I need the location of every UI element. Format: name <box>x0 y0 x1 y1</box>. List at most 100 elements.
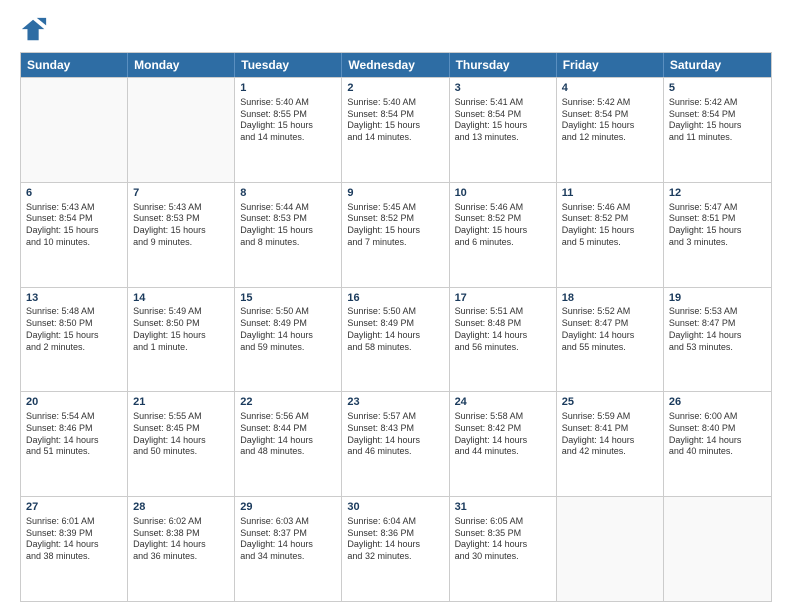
calendar-row-0: 1 Sunrise: 5:40 AM Sunset: 8:55 PM Daylight… <box>21 77 771 182</box>
cell-line-3: and 12 minutes. <box>562 132 658 144</box>
cell-line-0: Sunrise: 5:48 AM <box>26 306 122 318</box>
day-number: 23 <box>347 395 443 410</box>
cell-line-1: Sunset: 8:49 PM <box>347 318 443 330</box>
cell-line-2: Daylight: 14 hours <box>347 539 443 551</box>
cell-line-2: Daylight: 15 hours <box>240 225 336 237</box>
cell-line-0: Sunrise: 5:58 AM <box>455 411 551 423</box>
cell-line-2: Daylight: 15 hours <box>562 225 658 237</box>
calendar-cell: 14Sunrise: 5:49 AMSunset: 8:50 PMDayligh… <box>128 288 235 392</box>
cell-line-0: Sunrise: 5:44 AM <box>240 202 336 214</box>
cell-line-1: Sunset: 8:46 PM <box>26 423 122 435</box>
cell-line-1: Sunset: 8:38 PM <box>133 528 229 540</box>
cell-line-1: Sunset: 8:54 PM <box>455 109 551 121</box>
cell-line-1: Sunset: 8:36 PM <box>347 528 443 540</box>
calendar-cell: 25Sunrise: 5:59 AMSunset: 8:41 PMDayligh… <box>557 392 664 496</box>
calendar-cell: 27Sunrise: 6:01 AMSunset: 8:39 PMDayligh… <box>21 497 128 601</box>
day-number: 28 <box>133 500 229 515</box>
calendar-cell: 7Sunrise: 5:43 AMSunset: 8:53 PMDaylight… <box>128 183 235 287</box>
day-number: 29 <box>240 500 336 515</box>
cell-line-0: Sunrise: 5:53 AM <box>669 306 766 318</box>
cell-line-1: Sunset: 8:37 PM <box>240 528 336 540</box>
header-day-sunday: Sunday <box>21 53 128 77</box>
cell-line-0: Sunrise: 5:45 AM <box>347 202 443 214</box>
cell-line-2: Daylight: 14 hours <box>455 539 551 551</box>
cell-line-0: Sunrise: 5:46 AM <box>455 202 551 214</box>
calendar-cell <box>664 497 771 601</box>
day-number: 17 <box>455 291 551 306</box>
cell-line-3: and 32 minutes. <box>347 551 443 563</box>
day-number: 18 <box>562 291 658 306</box>
calendar-cell: 12Sunrise: 5:47 AMSunset: 8:51 PMDayligh… <box>664 183 771 287</box>
day-number: 10 <box>455 186 551 201</box>
cell-line-2: Daylight: 14 hours <box>347 330 443 342</box>
cell-line-3: and 1 minute. <box>133 342 229 354</box>
cell-line-1: Sunset: 8:52 PM <box>562 213 658 225</box>
calendar-cell: 19Sunrise: 5:53 AMSunset: 8:47 PMDayligh… <box>664 288 771 392</box>
calendar-cell: 1Sunrise: 5:40 AMSunset: 8:55 PMDaylight… <box>235 78 342 182</box>
cell-line-3: and 6 minutes. <box>455 237 551 249</box>
cell-line-1: Sunset: 8:54 PM <box>669 109 766 121</box>
cell-line-0: Sunrise: 5:50 AM <box>347 306 443 318</box>
cell-line-0: Sunrise: 6:03 AM <box>240 516 336 528</box>
header-day-wednesday: Wednesday <box>342 53 449 77</box>
cell-line-1: Sunset: 8:52 PM <box>455 213 551 225</box>
calendar-cell: 29Sunrise: 6:03 AMSunset: 8:37 PMDayligh… <box>235 497 342 601</box>
calendar-cell: 18Sunrise: 5:52 AMSunset: 8:47 PMDayligh… <box>557 288 664 392</box>
calendar-cell: 2Sunrise: 5:40 AMSunset: 8:54 PMDaylight… <box>342 78 449 182</box>
cell-line-3: and 50 minutes. <box>133 446 229 458</box>
cell-line-1: Sunset: 8:55 PM <box>240 109 336 121</box>
cell-line-0: Sunrise: 5:43 AM <box>26 202 122 214</box>
cell-line-1: Sunset: 8:35 PM <box>455 528 551 540</box>
day-number: 21 <box>133 395 229 410</box>
cell-line-0: Sunrise: 6:04 AM <box>347 516 443 528</box>
cell-line-2: Daylight: 15 hours <box>455 225 551 237</box>
header-day-saturday: Saturday <box>664 53 771 77</box>
cell-line-3: and 34 minutes. <box>240 551 336 563</box>
day-number: 1 <box>240 81 336 96</box>
calendar-cell: 20Sunrise: 5:54 AMSunset: 8:46 PMDayligh… <box>21 392 128 496</box>
cell-line-2: Daylight: 15 hours <box>133 225 229 237</box>
cell-line-3: and 3 minutes. <box>669 237 766 249</box>
calendar-cell: 21Sunrise: 5:55 AMSunset: 8:45 PMDayligh… <box>128 392 235 496</box>
cell-line-0: Sunrise: 5:54 AM <box>26 411 122 423</box>
cell-line-0: Sunrise: 6:00 AM <box>669 411 766 423</box>
cell-line-2: Daylight: 15 hours <box>26 330 122 342</box>
day-number: 14 <box>133 291 229 306</box>
calendar-cell: 23Sunrise: 5:57 AMSunset: 8:43 PMDayligh… <box>342 392 449 496</box>
cell-line-2: Daylight: 14 hours <box>240 435 336 447</box>
day-number: 3 <box>455 81 551 96</box>
day-number: 16 <box>347 291 443 306</box>
cell-line-1: Sunset: 8:54 PM <box>562 109 658 121</box>
cell-line-2: Daylight: 14 hours <box>240 539 336 551</box>
cell-line-3: and 38 minutes. <box>26 551 122 563</box>
cell-line-0: Sunrise: 5:40 AM <box>347 97 443 109</box>
cell-line-2: Daylight: 14 hours <box>26 435 122 447</box>
cell-line-2: Daylight: 15 hours <box>562 120 658 132</box>
header-day-friday: Friday <box>557 53 664 77</box>
calendar-cell: 9Sunrise: 5:45 AMSunset: 8:52 PMDaylight… <box>342 183 449 287</box>
cell-line-0: Sunrise: 5:59 AM <box>562 411 658 423</box>
cell-line-2: Daylight: 15 hours <box>669 225 766 237</box>
day-number: 4 <box>562 81 658 96</box>
cell-line-2: Daylight: 14 hours <box>562 330 658 342</box>
cell-line-1: Sunset: 8:44 PM <box>240 423 336 435</box>
cell-line-1: Sunset: 8:53 PM <box>240 213 336 225</box>
header-day-monday: Monday <box>128 53 235 77</box>
calendar-cell: 28Sunrise: 6:02 AMSunset: 8:38 PMDayligh… <box>128 497 235 601</box>
cell-line-3: and 51 minutes. <box>26 446 122 458</box>
calendar-cell: 8Sunrise: 5:44 AMSunset: 8:53 PMDaylight… <box>235 183 342 287</box>
cell-line-1: Sunset: 8:50 PM <box>133 318 229 330</box>
cell-line-1: Sunset: 8:48 PM <box>455 318 551 330</box>
cell-line-0: Sunrise: 6:01 AM <box>26 516 122 528</box>
cell-line-3: and 14 minutes. <box>240 132 336 144</box>
cell-line-2: Daylight: 14 hours <box>133 539 229 551</box>
cell-line-3: and 36 minutes. <box>133 551 229 563</box>
cell-line-1: Sunset: 8:39 PM <box>26 528 122 540</box>
cell-line-3: and 10 minutes. <box>26 237 122 249</box>
cell-line-1: Sunset: 8:41 PM <box>562 423 658 435</box>
calendar-cell: 30Sunrise: 6:04 AMSunset: 8:36 PMDayligh… <box>342 497 449 601</box>
calendar-cell: 6Sunrise: 5:43 AMSunset: 8:54 PMDaylight… <box>21 183 128 287</box>
cell-line-3: and 53 minutes. <box>669 342 766 354</box>
cell-line-0: Sunrise: 5:41 AM <box>455 97 551 109</box>
cell-line-0: Sunrise: 5:52 AM <box>562 306 658 318</box>
